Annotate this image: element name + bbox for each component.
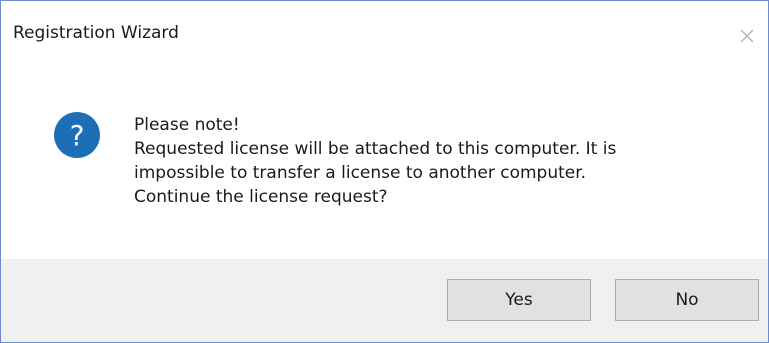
question-icon: ?	[53, 111, 101, 159]
title-bar: Registration Wizard	[1, 1, 768, 73]
close-icon	[740, 29, 754, 43]
message-line: Please note!	[134, 115, 240, 135]
button-bar: Yes No	[1, 259, 768, 342]
no-button[interactable]: No	[615, 279, 759, 321]
message-line: Requested license will be attached to th…	[134, 139, 617, 159]
registration-wizard-dialog: Registration Wizard ? Please note! Reque…	[0, 0, 769, 343]
dialog-content: ? Please note! Requested license will be…	[1, 73, 768, 259]
message-text: Please note! Requested license will be a…	[134, 113, 754, 209]
close-button[interactable]	[732, 21, 762, 51]
window-title: Registration Wizard	[13, 23, 179, 43]
message-line: Continue the license request?	[134, 187, 388, 207]
svg-text:?: ?	[70, 119, 85, 152]
message-line: impossible to transfer a license to anot…	[134, 163, 587, 183]
yes-button[interactable]: Yes	[447, 279, 591, 321]
